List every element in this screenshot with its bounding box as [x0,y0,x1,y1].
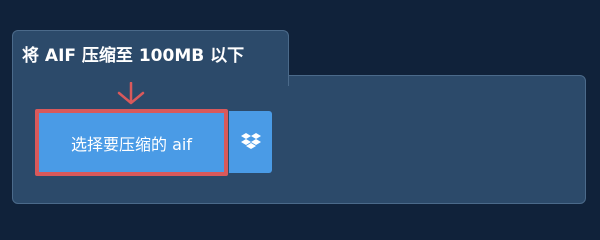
panel-title: 将 AIF 压缩至 100MB 以下 [22,46,245,66]
dropbox-icon [240,133,261,149]
arrow-down-icon [117,82,145,105]
dropbox-button[interactable] [229,111,272,173]
choose-file-label: 选择要压缩的 aif [71,134,192,154]
choose-file-button[interactable]: 选择要压缩的 aif [35,109,228,176]
